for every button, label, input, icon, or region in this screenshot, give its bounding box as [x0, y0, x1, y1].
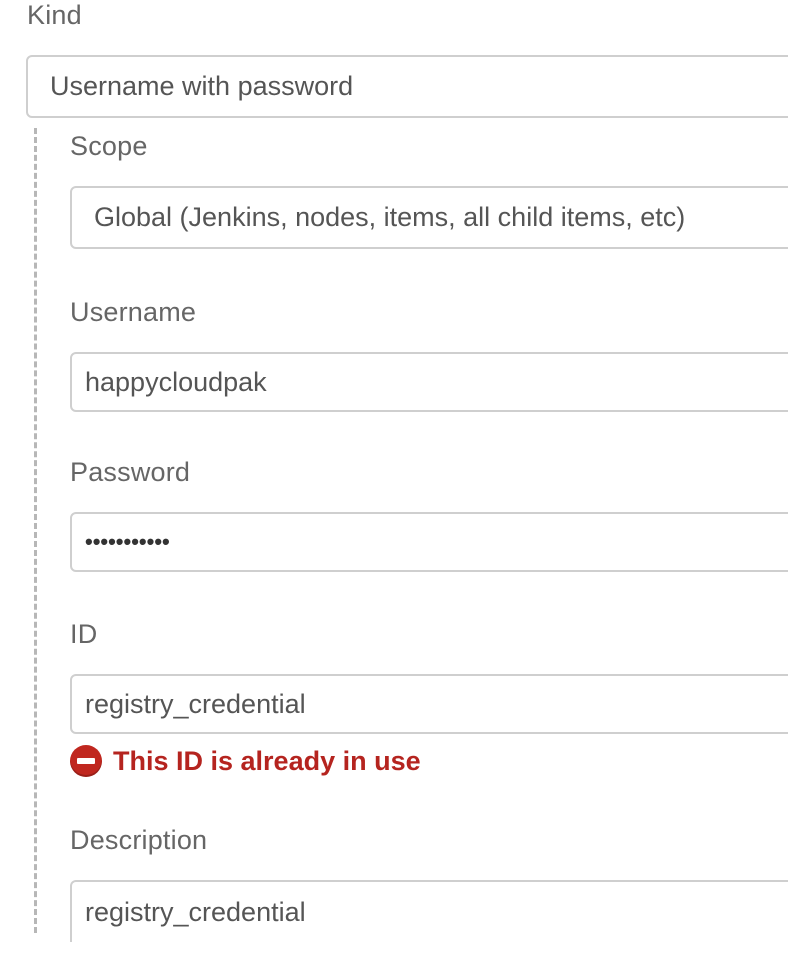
scope-label: Scope	[70, 131, 148, 161]
error-stop-icon	[70, 745, 102, 777]
kind-select[interactable]: Username with password	[26, 55, 788, 118]
username-input[interactable]: happycloudpak	[70, 352, 788, 412]
id-label: ID	[70, 619, 98, 649]
description-textarea[interactable]: registry_credential	[70, 880, 788, 942]
scope-select-value: Global (Jenkins, nodes, items, all child…	[94, 202, 686, 232]
id-value: registry_credential	[85, 688, 306, 719]
description-label: Description	[70, 825, 208, 855]
credentials-form: Kind Username with password Scope Global…	[0, 0, 788, 962]
password-input[interactable]: •••••••••••	[70, 512, 788, 572]
password-masked-value: •••••••••••	[85, 529, 170, 554]
id-error-message: This ID is already in use	[70, 745, 421, 777]
kind-label: Kind	[27, 0, 82, 30]
id-error-text: This ID is already in use	[113, 745, 421, 776]
username-value: happycloudpak	[85, 366, 267, 397]
scope-select[interactable]: Global (Jenkins, nodes, items, all child…	[70, 186, 788, 249]
username-label: Username	[70, 297, 197, 327]
kind-select-value: Username with password	[50, 71, 354, 101]
id-input[interactable]: registry_credential	[70, 674, 788, 734]
password-label: Password	[70, 457, 191, 487]
nested-section-divider	[34, 128, 37, 933]
description-value: registry_credential	[85, 896, 306, 927]
